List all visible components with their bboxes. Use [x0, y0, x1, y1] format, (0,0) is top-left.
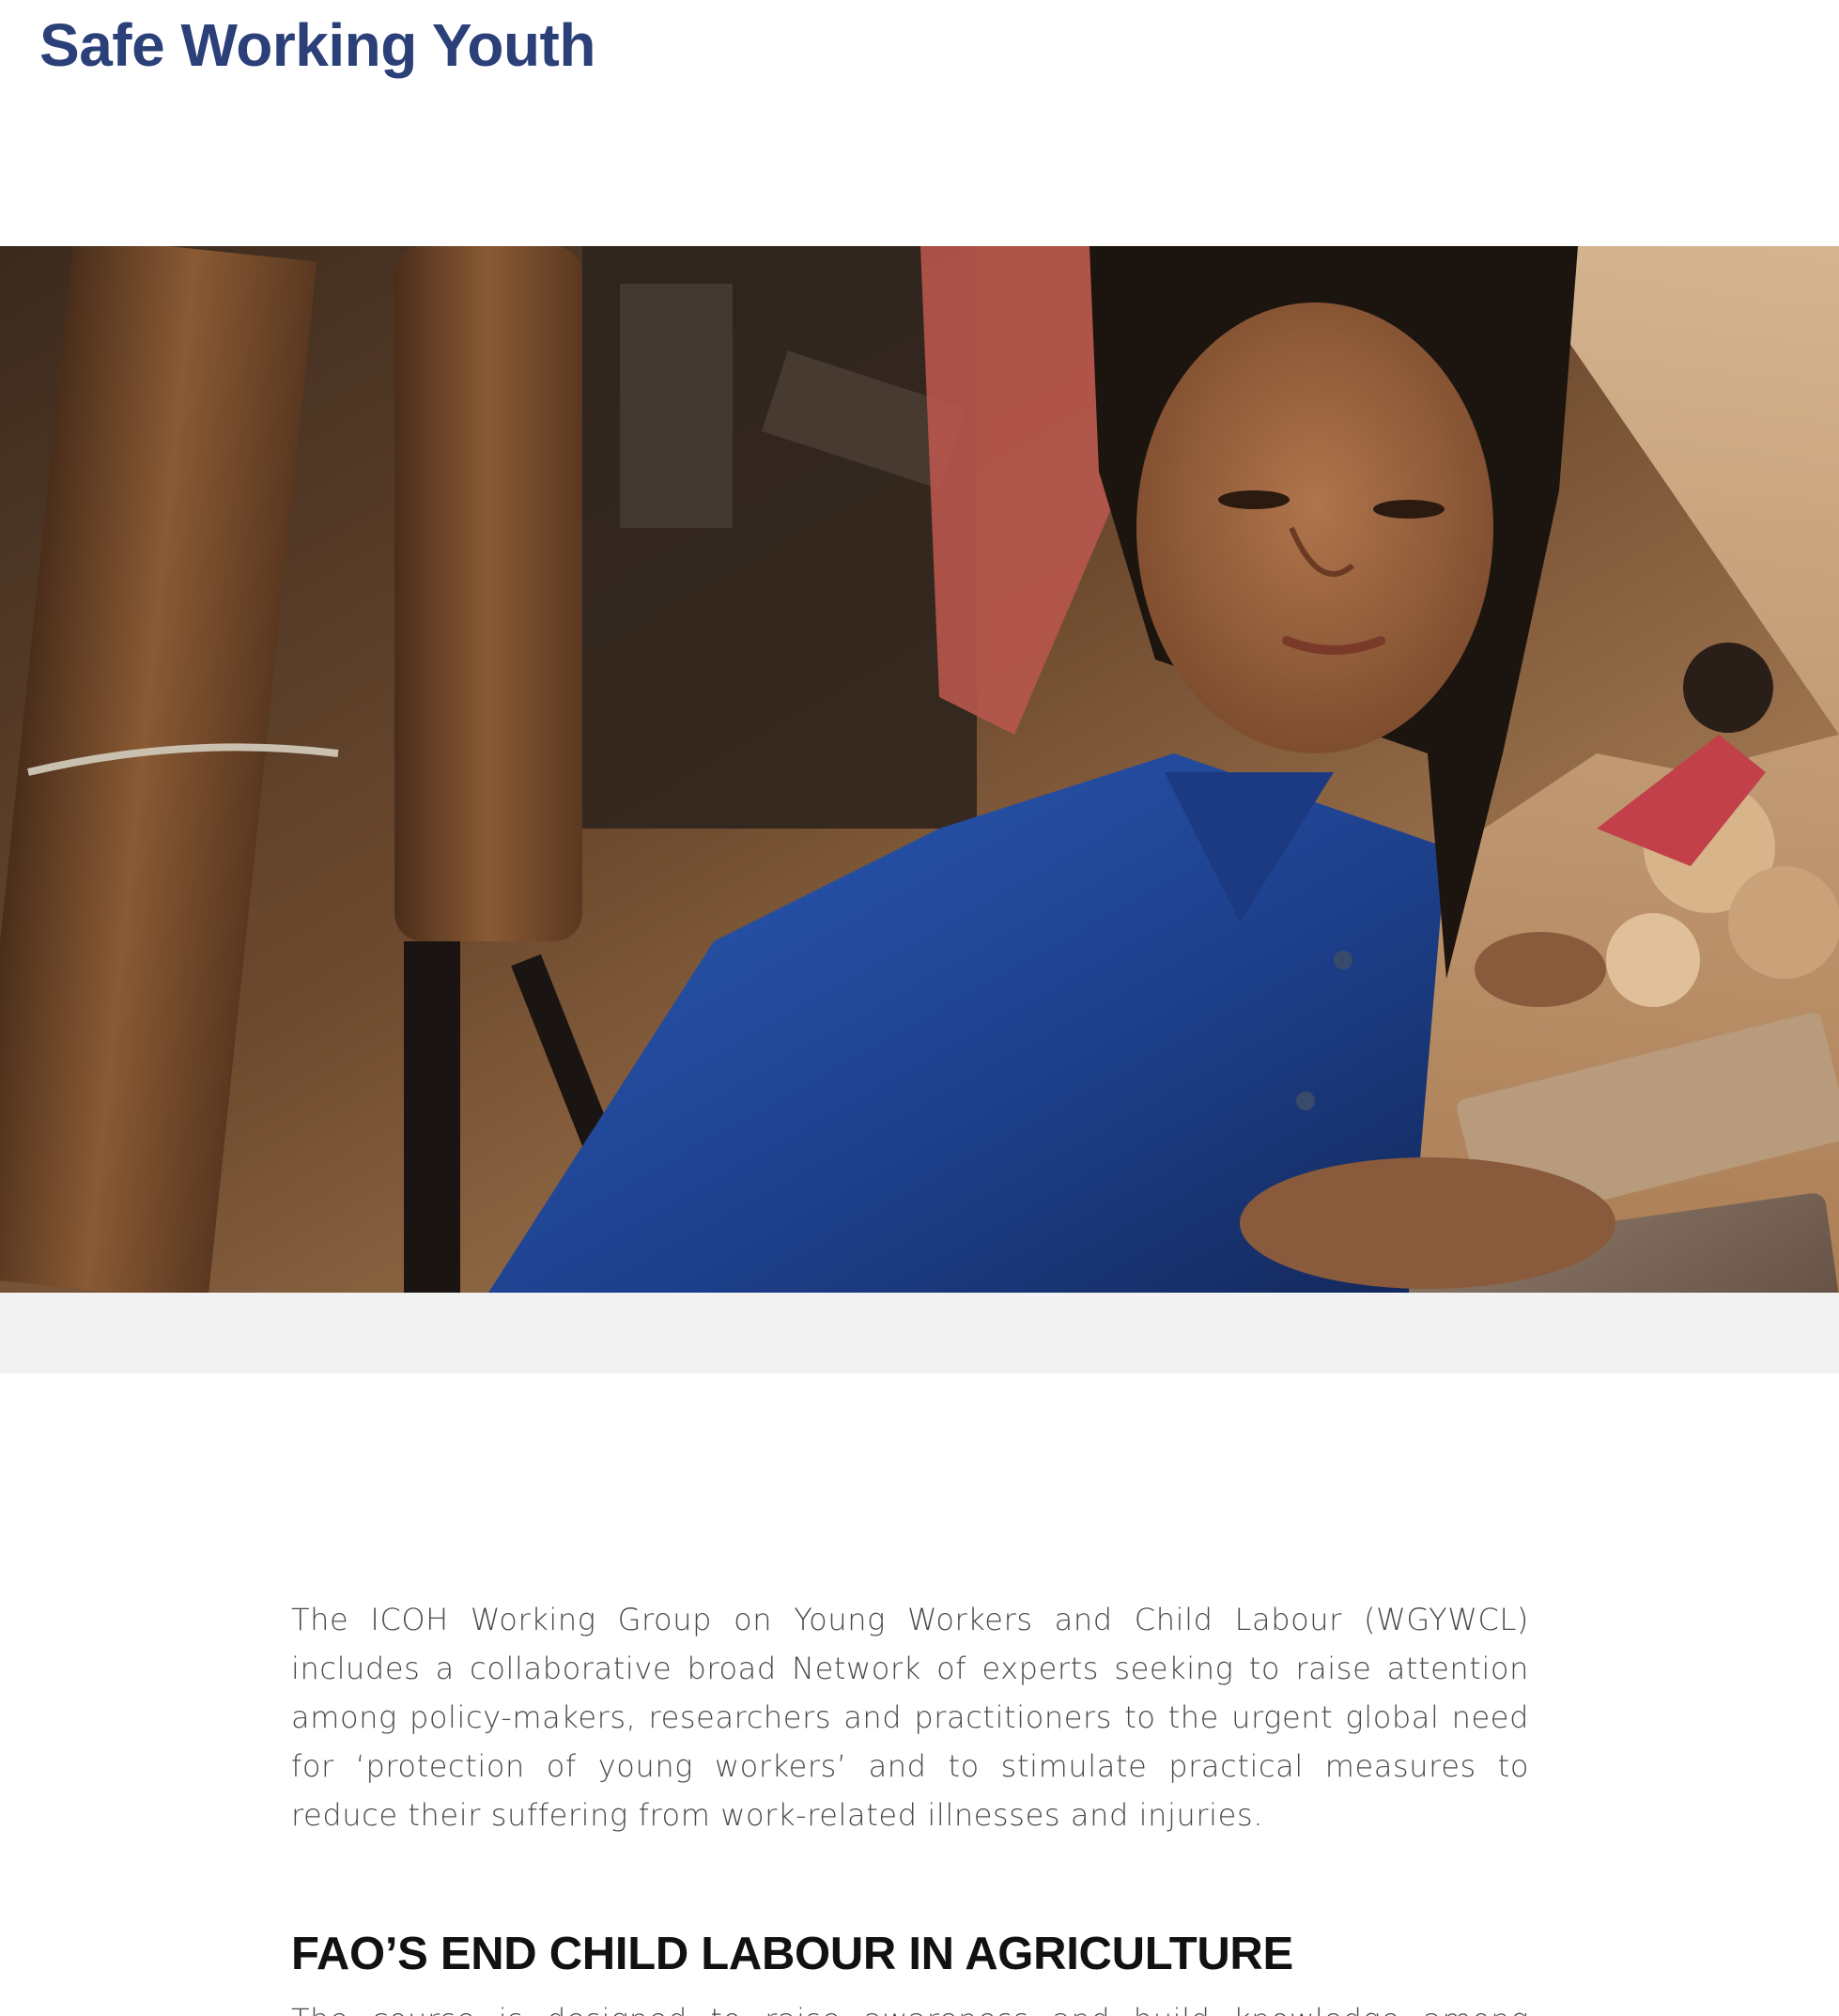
site-title[interactable]: Safe Working Youth [39, 8, 595, 83]
hero-photo-illustration [0, 246, 1839, 1293]
hero-image [0, 246, 1839, 1293]
hero-caption-band [0, 1293, 1839, 1373]
section-heading-fao: FAO’S END CHILD LABOUR IN AGRICULTURE [291, 1929, 1293, 1979]
intro-paragraph: The ICOH Working Group on Young Workers … [291, 1602, 1529, 1833]
section-text-fao: The course is designed to raise awarenes… [291, 1995, 1529, 2016]
main-content: The ICOH Working Group on Young Workers … [291, 1595, 1529, 2016]
